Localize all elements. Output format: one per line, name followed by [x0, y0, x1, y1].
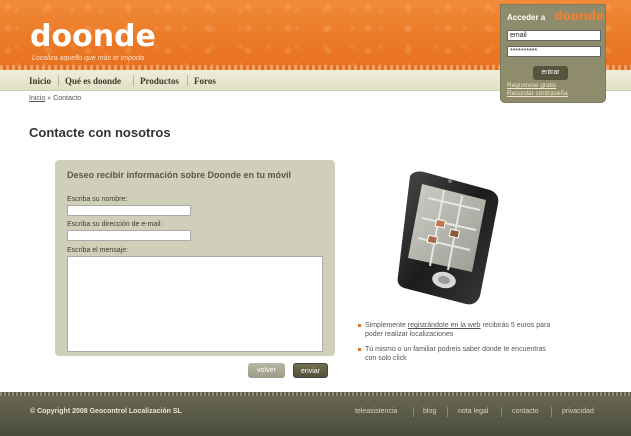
- footer-link-contacto[interactable]: contacto: [512, 408, 538, 415]
- register-web-link[interactable]: registrándote en la web: [408, 322, 481, 329]
- footer-link-nota-legal[interactable]: nota legal: [458, 408, 488, 415]
- site-tagline: Localiza aquello que más te importa: [32, 55, 145, 62]
- nav-item-inicio[interactable]: Inicio: [29, 76, 51, 86]
- footer-link-teleasistencia[interactable]: teleasistencia: [355, 408, 397, 415]
- breadcrumb: Inicio » Contacto: [29, 95, 81, 102]
- phone-illustration-icon: [397, 171, 499, 305]
- nav-item-productos[interactable]: Productos: [140, 76, 179, 86]
- footer-separator: [447, 407, 448, 417]
- info-bullets: Simplemente registrándote en la web reci…: [357, 321, 552, 369]
- email-field[interactable]: email: [507, 30, 601, 41]
- name-input[interactable]: [67, 205, 191, 216]
- nav-item-foros[interactable]: Foros: [194, 76, 216, 86]
- site-logo[interactable]: doonde: [30, 22, 156, 52]
- contact-form: Deseo recibir información sobre Doonde e…: [65, 170, 325, 352]
- breadcrumb-separator: »: [47, 95, 52, 102]
- footer-link-blog[interactable]: blog: [423, 408, 436, 415]
- message-textarea[interactable]: [67, 256, 323, 352]
- name-label: Escriba su nombre:: [67, 196, 128, 203]
- nav-separator: [187, 75, 188, 86]
- back-button[interactable]: volver: [248, 363, 285, 378]
- bullet-locate: Tú mismo o un familiar podreis saber don…: [357, 345, 552, 363]
- email-label: Escriba su dirección de e-mail:: [67, 221, 163, 228]
- nav-separator: [133, 75, 134, 86]
- breadcrumb-current: Contacto: [53, 95, 82, 102]
- footer-separator: [413, 407, 414, 417]
- nav-separator: [58, 75, 59, 86]
- footer-link-privacidad[interactable]: privacidad: [562, 408, 594, 415]
- footer-dotted-border: [0, 392, 631, 396]
- bullet-register-text-pre: Simplemente: [365, 322, 408, 329]
- login-title: Acceder a: [507, 13, 546, 22]
- form-heading: Deseo recibir información sobre Doonde e…: [67, 170, 292, 180]
- message-label: Escriba el mensaje:: [67, 247, 129, 254]
- register-link[interactable]: Regístrese gratis: [507, 82, 556, 89]
- recover-password-link[interactable]: Recordar contraseña: [507, 90, 568, 97]
- breadcrumb-home-link[interactable]: Inicio: [29, 95, 45, 102]
- send-button[interactable]: enviar: [293, 363, 328, 378]
- login-submit-button[interactable]: entrar: [533, 66, 568, 80]
- contact-form-panel: Deseo recibir información sobre Doonde e…: [55, 160, 335, 356]
- footer-separator: [551, 407, 552, 417]
- bullet-register: Simplemente registrándote en la web reci…: [357, 321, 552, 339]
- page-title: Contacte con nosotros: [29, 125, 171, 140]
- email-input[interactable]: [67, 230, 191, 241]
- login-logo: doonde: [554, 9, 605, 23]
- copyright-text: © Copyright 2008 Geocontrol Localización…: [30, 408, 182, 415]
- nav-item-que-es-doonde[interactable]: Qué es doonde: [65, 76, 121, 86]
- footer-separator: [501, 407, 502, 417]
- password-field[interactable]: **********: [507, 46, 601, 57]
- login-panel: Acceder a doonde email ********** entrar…: [500, 4, 606, 103]
